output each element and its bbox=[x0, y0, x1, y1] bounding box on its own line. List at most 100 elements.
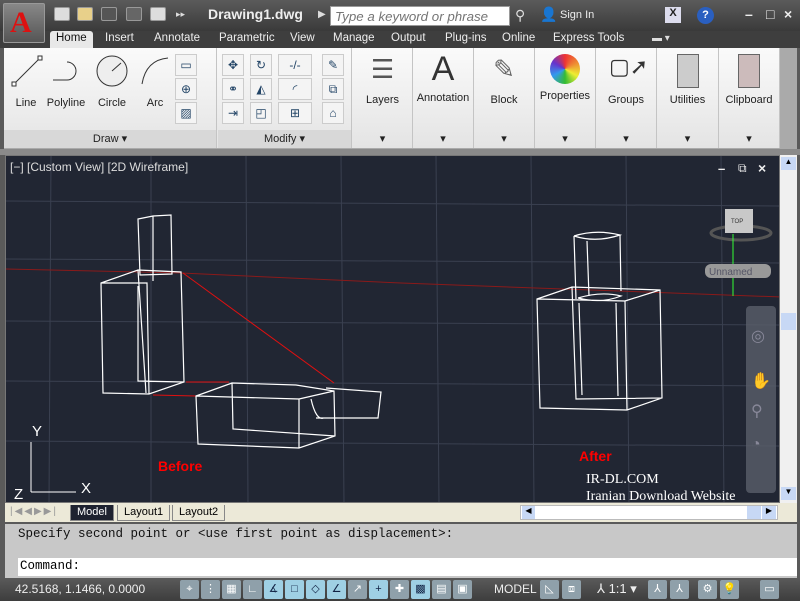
chevron-down-icon[interactable]: ▾ bbox=[353, 132, 412, 145]
explode-icon[interactable]: ⧉ bbox=[322, 78, 344, 100]
polar-tracking-icon[interactable]: ∡ bbox=[264, 580, 283, 599]
minimize-button[interactable]: – bbox=[745, 6, 753, 22]
chevron-down-icon[interactable]: ▾ bbox=[596, 132, 656, 145]
vertical-scrollbar[interactable]: ▲ ▼ bbox=[780, 155, 797, 503]
tab-home[interactable]: Home bbox=[50, 31, 93, 48]
steering-wheel-icon[interactable]: ◎ bbox=[751, 328, 765, 345]
chevron-down-icon[interactable]: ▾ bbox=[657, 132, 718, 145]
trim-icon[interactable]: -/- bbox=[278, 54, 312, 76]
object-snap-icon[interactable]: □ bbox=[285, 580, 304, 599]
chevron-down-icon[interactable]: ▾ bbox=[535, 132, 595, 145]
rectangle-icon[interactable]: ▭ bbox=[175, 54, 197, 76]
annotation-visibility-icon[interactable]: ⅄ bbox=[648, 580, 667, 599]
scale-icon[interactable]: ◰ bbox=[250, 102, 272, 124]
utilities-panel[interactable]: Utilities ▾ bbox=[657, 48, 719, 148]
tab-model[interactable]: Model bbox=[70, 505, 114, 521]
tab-output[interactable]: Output bbox=[385, 31, 432, 48]
maximize-button[interactable]: □ bbox=[766, 6, 774, 22]
command-input[interactable]: Command: bbox=[18, 558, 797, 576]
polyline-button[interactable]: Polyline bbox=[46, 54, 86, 109]
snap-mode-icon[interactable]: ⋮ bbox=[201, 580, 220, 599]
selection-cycling-icon[interactable]: ▣ bbox=[453, 580, 472, 599]
tab-navigation-arrows[interactable]: |◀◀▶▶| bbox=[10, 506, 58, 517]
print-icon[interactable] bbox=[150, 7, 166, 21]
quick-view-drawings-icon[interactable]: ⧈ bbox=[562, 580, 581, 599]
tab-parametric[interactable]: Parametric bbox=[213, 31, 281, 48]
stretch-icon[interactable]: ⇥ bbox=[222, 102, 244, 124]
close-button[interactable]: × bbox=[784, 6, 792, 22]
groups-panel[interactable]: ▢➚ Groups ▾ bbox=[596, 48, 657, 148]
mirror-icon[interactable]: ◭ bbox=[250, 78, 272, 100]
dynamic-ucs-icon[interactable]: ↗ bbox=[348, 580, 367, 599]
tab-online[interactable]: Online bbox=[496, 31, 541, 48]
clipboard-panel[interactable]: Clipboard ▾ bbox=[719, 48, 780, 148]
open-icon[interactable] bbox=[77, 7, 93, 21]
application-menu-button[interactable]: A bbox=[3, 3, 45, 43]
layers-panel[interactable]: ☰ Layers ▾ bbox=[353, 48, 413, 148]
hatch-icon[interactable]: ▨ bbox=[175, 102, 197, 124]
viewport-controls-label[interactable]: [−] [Custom View] [2D Wireframe] bbox=[10, 160, 188, 174]
tab-annotate[interactable]: Annotate bbox=[148, 31, 206, 48]
3d-object-snap-icon[interactable]: ◇ bbox=[306, 580, 325, 599]
ribbon-toggle-icon[interactable]: ▬ ▾ bbox=[652, 33, 670, 44]
save-icon[interactable] bbox=[101, 7, 117, 21]
block-panel[interactable]: ✎ Block ▾ bbox=[474, 48, 535, 148]
tab-layout2[interactable]: Layout2 bbox=[172, 505, 226, 521]
line-button[interactable]: Line bbox=[10, 54, 43, 109]
properties-panel[interactable]: Properties ▾ bbox=[535, 48, 596, 148]
tab-manage[interactable]: Manage bbox=[327, 31, 381, 48]
tab-plug-ins[interactable]: Plug-ins bbox=[439, 31, 493, 48]
hscroll-thumb[interactable] bbox=[747, 506, 761, 519]
sign-in-button[interactable]: Sign In bbox=[560, 9, 594, 21]
search-expand-icon[interactable]: ▶ bbox=[318, 9, 326, 20]
move-icon[interactable]: ✥ bbox=[222, 54, 244, 76]
annotation-scale[interactable]: ⅄ 1:1 ▾ bbox=[597, 581, 637, 597]
circle-button[interactable]: Circle bbox=[92, 54, 132, 109]
chevron-down-icon[interactable]: ▾ bbox=[719, 132, 779, 145]
lineweight-icon[interactable]: ✚ bbox=[390, 580, 409, 599]
zoom-icon[interactable]: ⚲ bbox=[751, 403, 763, 420]
scroll-thumb[interactable] bbox=[781, 313, 796, 330]
quick-properties-icon[interactable]: ▤ bbox=[432, 580, 451, 599]
scroll-down-button[interactable]: ▼ bbox=[781, 487, 796, 500]
pan-hand-icon[interactable]: ✋ bbox=[751, 371, 771, 390]
object-snap-tracking-icon[interactable]: ∠ bbox=[327, 580, 346, 599]
transparency-icon[interactable]: ▩ bbox=[411, 580, 430, 599]
quick-view-layouts-icon[interactable]: ◺ bbox=[540, 580, 559, 599]
tab-insert[interactable]: Insert bbox=[99, 31, 140, 48]
exchange-icon[interactable]: X bbox=[665, 7, 681, 23]
erase-icon[interactable]: ✎ bbox=[322, 54, 344, 76]
coordinate-readout[interactable]: 42.5168, 1.1466, 0.0000 bbox=[15, 582, 145, 596]
model-space-button[interactable]: MODEL bbox=[494, 582, 537, 596]
lightbulb-icon[interactable]: 💡 bbox=[720, 580, 739, 599]
chevron-down-icon[interactable]: ▾ bbox=[413, 132, 473, 145]
scroll-left-button[interactable]: ◀ bbox=[522, 506, 535, 519]
tab-view[interactable]: View bbox=[284, 31, 321, 48]
save-as-icon[interactable] bbox=[126, 7, 142, 21]
array-icon[interactable]: ⊞ bbox=[278, 102, 312, 124]
modify-panel-label[interactable]: Modify ▾ bbox=[218, 132, 351, 145]
rotate-icon[interactable]: ↻ bbox=[250, 54, 272, 76]
workspace-gear-icon[interactable]: ⚙ bbox=[698, 580, 717, 599]
drawing-viewport[interactable]: Y X Z Before After IR-DL.COM Iranian Dow… bbox=[5, 155, 780, 503]
ellipse-icon[interactable]: ⊕ bbox=[175, 78, 197, 100]
copy-icon[interactable]: ⚭ bbox=[222, 78, 244, 100]
ortho-mode-icon[interactable]: ∟ bbox=[243, 580, 262, 599]
viewport-close-button[interactable]: × bbox=[758, 160, 766, 176]
binoculars-icon[interactable]: ⚲ bbox=[515, 7, 525, 24]
scroll-right-button[interactable]: ▶ bbox=[762, 506, 776, 519]
infer-constraints-icon[interactable]: ⌖ bbox=[180, 580, 199, 599]
clean-screen-icon[interactable]: ▭ bbox=[760, 580, 779, 599]
fillet-icon[interactable]: ◜ bbox=[278, 78, 312, 100]
help-icon[interactable]: ? bbox=[697, 7, 714, 24]
arc-button[interactable]: Arc bbox=[138, 54, 172, 109]
annotation-panel[interactable]: A Annotation ▾ bbox=[413, 48, 474, 148]
draw-panel-label[interactable]: Draw ▾ bbox=[4, 132, 216, 145]
orbit-icon[interactable]: ◔ bbox=[751, 436, 761, 453]
quick-access-more-icon[interactable]: ▸▸ bbox=[176, 9, 185, 20]
offset-icon[interactable]: ⌂ bbox=[322, 102, 344, 124]
auto-scale-icon[interactable]: ⅄ bbox=[670, 580, 689, 599]
chevron-down-icon[interactable]: ▾ bbox=[474, 132, 534, 145]
horizontal-scrollbar[interactable]: ◀ ▶ bbox=[520, 505, 778, 520]
viewport-minimize-button[interactable]: – bbox=[718, 161, 725, 176]
